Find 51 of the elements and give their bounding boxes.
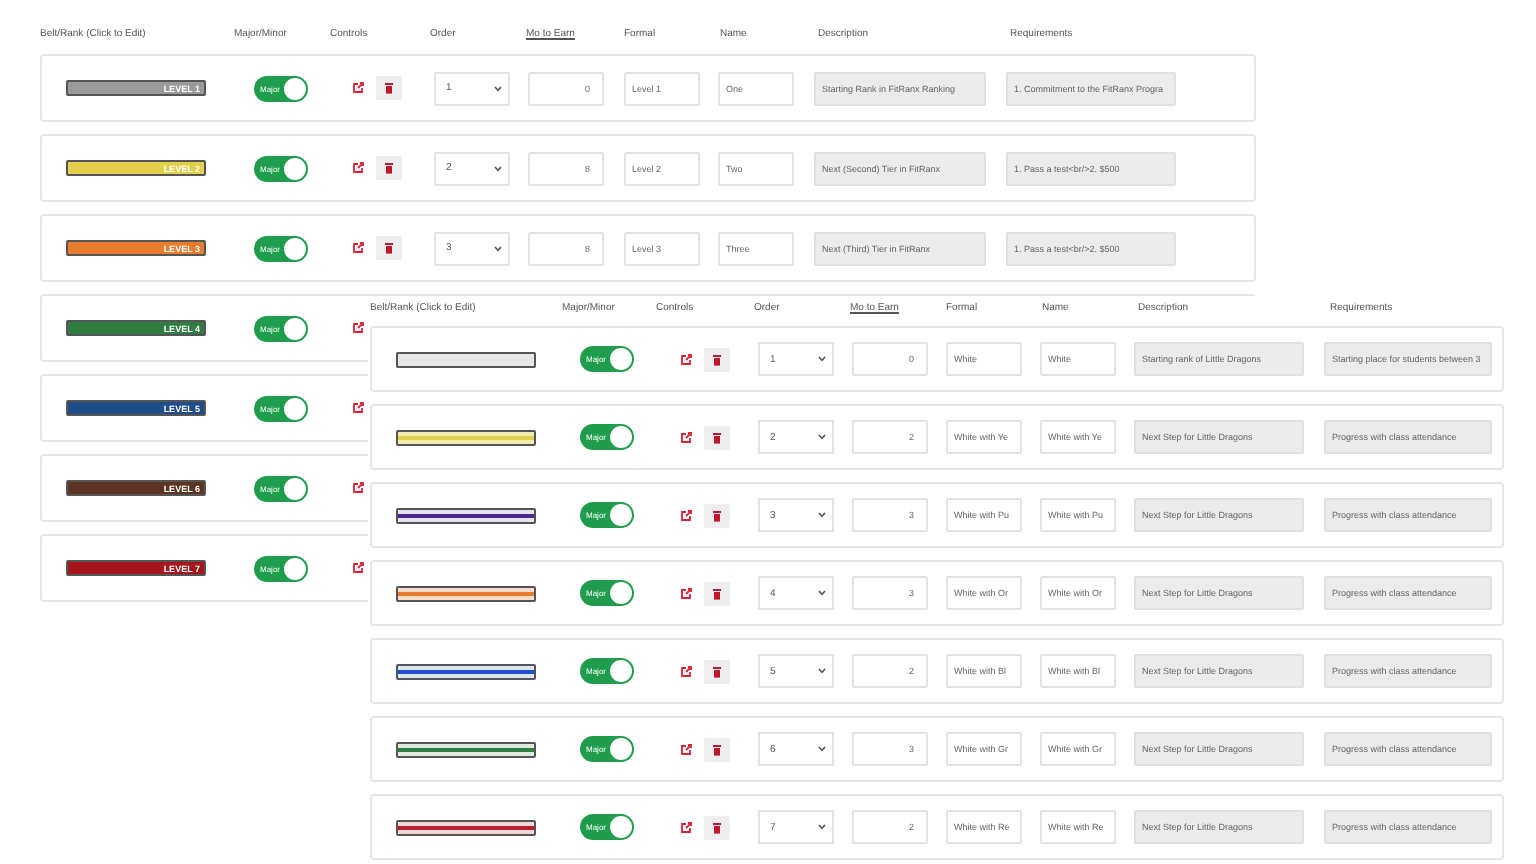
- delete-button[interactable]: [704, 503, 730, 527]
- external-link-icon[interactable]: [352, 242, 364, 254]
- belt-swatch[interactable]: [396, 507, 536, 523]
- external-link-icon[interactable]: [352, 402, 364, 414]
- trash-icon: [712, 509, 722, 521]
- chevron-down-icon: [494, 245, 502, 251]
- chevron-down-icon: [818, 668, 826, 674]
- delete-button[interactable]: [704, 347, 730, 371]
- external-link-icon[interactable]: [680, 587, 692, 599]
- belt-swatch[interactable]: [396, 663, 536, 679]
- trash-icon: [384, 82, 394, 94]
- delete-button[interactable]: [704, 581, 730, 605]
- trash-icon: [712, 353, 722, 365]
- trash-icon: [712, 431, 722, 443]
- chevron-down-icon: [818, 434, 826, 440]
- delete-button[interactable]: [376, 236, 402, 260]
- delete-button[interactable]: [376, 156, 402, 180]
- external-link-icon[interactable]: [680, 353, 692, 365]
- trash-icon: [712, 587, 722, 599]
- chevron-down-icon: [818, 512, 826, 518]
- chevron-down-icon: [818, 824, 826, 830]
- delete-button[interactable]: [704, 425, 730, 449]
- external-link-icon[interactable]: [352, 82, 364, 94]
- external-link-icon[interactable]: [680, 509, 692, 521]
- external-link-icon[interactable]: [680, 743, 692, 755]
- trash-icon: [712, 743, 722, 755]
- belt-swatch[interactable]: [396, 351, 536, 367]
- external-link-icon[interactable]: [352, 322, 364, 334]
- external-link-icon[interactable]: [352, 482, 364, 494]
- belt-swatch[interactable]: [396, 819, 536, 835]
- external-link-icon[interactable]: [680, 821, 692, 833]
- belt-swatch[interactable]: [396, 741, 536, 757]
- trash-icon: [384, 162, 394, 174]
- external-link-icon[interactable]: [680, 431, 692, 443]
- delete-button[interactable]: [704, 815, 730, 839]
- chevron-down-icon: [818, 746, 826, 752]
- trash-icon: [712, 821, 722, 833]
- belt-swatch[interactable]: [396, 585, 536, 601]
- delete-button[interactable]: [376, 76, 402, 100]
- chevron-down-icon: [494, 165, 502, 171]
- external-link-icon[interactable]: [352, 162, 364, 174]
- external-link-icon[interactable]: [680, 665, 692, 677]
- chevron-down-icon: [494, 85, 502, 91]
- delete-button[interactable]: [704, 659, 730, 683]
- trash-icon: [712, 665, 722, 677]
- chevron-down-icon: [818, 356, 826, 362]
- chevron-down-icon: [818, 590, 826, 596]
- belt-swatch[interactable]: [396, 429, 536, 445]
- trash-icon: [384, 242, 394, 254]
- delete-button[interactable]: [704, 737, 730, 761]
- external-link-icon[interactable]: [352, 562, 364, 574]
